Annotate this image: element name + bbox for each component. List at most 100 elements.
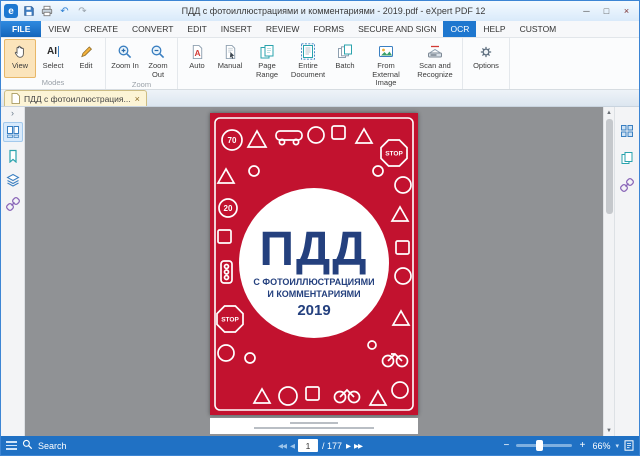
maximize-button[interactable]: □	[597, 4, 616, 19]
zoom-in-label: Zoom In	[111, 62, 139, 71]
minimize-button[interactable]: ─	[577, 4, 596, 19]
grid-icon	[620, 124, 634, 138]
cover-year: 2019	[297, 302, 330, 319]
stacked-pages-icon	[337, 43, 353, 60]
link-icon	[6, 197, 20, 211]
document-viewport[interactable]: STOP STOP 70 20 ПДД С ФОТОИЛЛЮСТРАЦИЯМИ …	[25, 107, 603, 436]
zoom-in-button[interactable]: Zoom In	[109, 39, 141, 80]
save-icon[interactable]	[21, 4, 36, 19]
zoom-slider[interactable]	[516, 444, 572, 447]
next-page-preview	[210, 418, 418, 434]
batch-button[interactable]: Batch	[329, 39, 361, 89]
document-tab-label: ПДД с фотоиллюстрация...	[24, 94, 131, 104]
tab-forms[interactable]: FORMS	[306, 21, 351, 37]
print-icon[interactable]	[39, 4, 54, 19]
page-navigation: ◀◀ ◀ 1 / 177 ▶ ▶▶	[278, 439, 362, 452]
speed-limit-70: 70	[228, 136, 237, 145]
first-page-button[interactable]: ◀◀	[278, 442, 286, 450]
from-external-image-button[interactable]: From External Image	[362, 39, 410, 89]
vertical-scrollbar[interactable]: ▲ ▼	[603, 107, 614, 436]
panel-expand-icon[interactable]: ›	[11, 108, 14, 118]
manual-recognize-button[interactable]: Manual	[214, 39, 246, 89]
thumbnails-icon	[6, 125, 20, 139]
manual-label: Manual	[218, 62, 243, 71]
search-icon[interactable]	[22, 439, 33, 452]
last-page-button[interactable]: ▶▶	[354, 442, 362, 450]
tab-secure-and-sign[interactable]: SECURE AND SIGN	[351, 21, 443, 37]
document-frame-icon	[300, 43, 316, 60]
gear-icon	[478, 43, 494, 60]
from-external-image-label: From External Image	[363, 62, 409, 88]
bookmark-icon	[6, 149, 20, 163]
tab-ocr[interactable]: OCR	[443, 21, 476, 37]
tab-edit[interactable]: EDIT	[180, 21, 213, 37]
scan-and-recognize-button[interactable]: Scan and Recognize	[411, 39, 459, 89]
status-zoom-out-button[interactable]: −	[501, 440, 511, 451]
zoom-out-button[interactable]: Zoom Out	[142, 39, 174, 80]
options-button[interactable]: Options	[466, 39, 506, 78]
fit-page-icon[interactable]	[624, 440, 634, 451]
ribbon-group-recognize-text: A Auto Manual Page Range	[178, 38, 463, 89]
close-button[interactable]: ×	[617, 4, 636, 19]
tab-help[interactable]: HELP	[476, 21, 512, 37]
previous-page-button[interactable]: ◀	[290, 442, 294, 450]
scanner-icon	[427, 43, 443, 60]
tab-file[interactable]: FILE	[1, 21, 41, 37]
scroll-down-arrow[interactable]: ▼	[606, 425, 612, 436]
next-page-text-line	[290, 422, 338, 424]
next-page-button[interactable]: ▶	[346, 442, 350, 450]
svg-text:A: A	[194, 47, 200, 57]
window-title: ПДД с фотоиллюстрациями и комментариями …	[93, 6, 574, 16]
zoom-slider-thumb[interactable]	[536, 440, 543, 451]
layers-panel-button[interactable]	[3, 170, 23, 190]
options-label: Options	[473, 62, 499, 71]
tab-custom[interactable]: CUSTOM	[513, 21, 564, 37]
main-area: ›	[1, 107, 639, 436]
tab-review[interactable]: REVIEW	[259, 21, 307, 37]
redo-icon[interactable]: ↷	[75, 4, 90, 19]
view-mode-button[interactable]: View	[4, 39, 36, 78]
select-button-label: Select	[43, 62, 64, 71]
ribbon-group-label: Zoom	[109, 80, 174, 89]
tab-view[interactable]: VIEW	[41, 21, 77, 37]
chain-icon	[620, 178, 634, 192]
bookmarks-panel-button[interactable]	[3, 146, 23, 166]
scroll-up-arrow[interactable]: ▲	[606, 107, 612, 118]
thumbnails-panel-button[interactable]	[3, 122, 23, 142]
left-panel-rail: ›	[1, 107, 25, 436]
status-zoom-in-button[interactable]: +	[577, 440, 587, 451]
zoom-dropdown-caret-icon[interactable]: ▾	[615, 442, 619, 450]
grid-view-panel-button[interactable]	[617, 121, 637, 141]
book-cover-page: STOP STOP 70 20 ПДД С ФОТОИЛЛЮСТРАЦИЯМИ …	[210, 113, 418, 415]
document-tab-bar: ПДД с фотоиллюстрация... ×	[1, 90, 639, 107]
pencil-icon	[79, 43, 94, 60]
text-select-icon: AI	[47, 43, 59, 60]
clipboard-panel-button[interactable]	[617, 148, 637, 168]
menu-icon[interactable]	[6, 441, 17, 450]
search-label[interactable]: Search	[38, 441, 67, 451]
page-range-button[interactable]: Page Range	[247, 39, 287, 89]
ribbon-group-modes: View AI Select Edit Modes	[1, 38, 106, 89]
attachments-panel-button[interactable]	[3, 194, 23, 214]
statusbar-zoom-controls: − + 66% ▾	[501, 440, 634, 451]
document-tab-close-icon[interactable]: ×	[135, 94, 140, 104]
edit-mode-button[interactable]: Edit	[70, 39, 102, 78]
document-tab[interactable]: ПДД с фотоиллюстрация... ×	[4, 90, 147, 106]
speed-limit-20: 20	[224, 204, 233, 213]
zoom-level-value[interactable]: 66%	[592, 441, 610, 451]
tab-convert[interactable]: CONVERT	[125, 21, 180, 37]
auto-recognize-button[interactable]: A Auto	[181, 39, 213, 89]
select-mode-button[interactable]: AI Select	[37, 39, 69, 78]
scrollbar-thumb[interactable]	[606, 119, 613, 214]
undo-icon[interactable]: ↶	[57, 4, 72, 19]
app-logo-icon: e	[4, 4, 18, 18]
links-panel-button[interactable]	[617, 175, 637, 195]
tab-create[interactable]: CREATE	[77, 21, 125, 37]
current-page-input[interactable]: 1	[298, 439, 318, 452]
entire-document-button[interactable]: Entire Document	[288, 39, 328, 89]
pages-icon	[259, 43, 275, 60]
photo-icon	[378, 43, 394, 60]
statusbar: Search ◀◀ ◀ 1 / 177 ▶ ▶▶ − + 66% ▾	[1, 436, 639, 455]
entire-document-label: Entire Document	[289, 62, 327, 79]
tab-insert[interactable]: INSERT	[214, 21, 259, 37]
